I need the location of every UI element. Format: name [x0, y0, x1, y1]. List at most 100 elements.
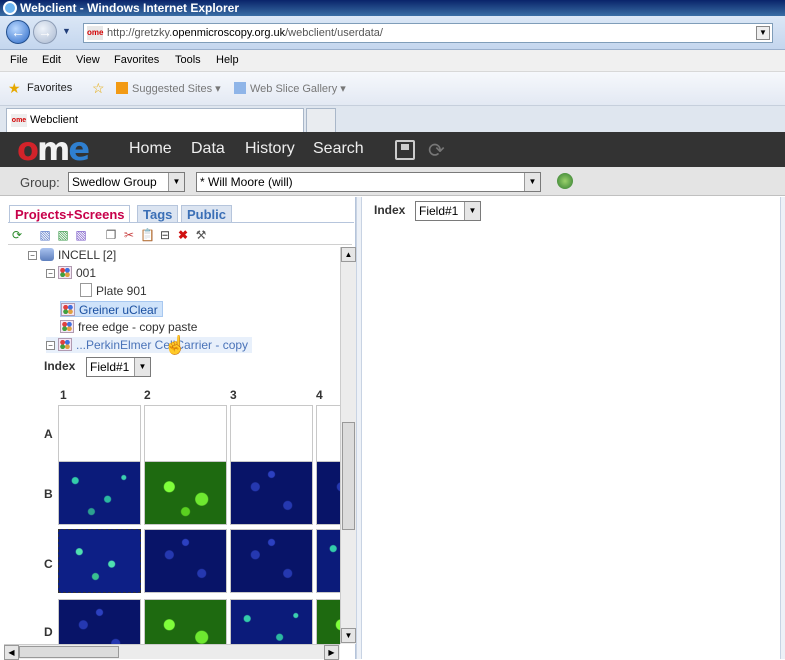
browser-tab-webclient[interactable]: ome Webclient [6, 108, 304, 132]
nav-history[interactable]: History [245, 140, 295, 158]
history-dropdown-icon[interactable]: ▼ [62, 26, 71, 36]
scroll-thumb[interactable] [19, 646, 119, 658]
address-bar-area: ← → ▼ ome http://gretzky.openmicroscopy.… [0, 16, 785, 50]
plate-column-header: 2 [144, 388, 151, 402]
tab-tags[interactable]: Tags [137, 205, 179, 223]
collapse-icon[interactable]: − [46, 269, 55, 278]
tree-node-plate[interactable]: Plate 901 [80, 283, 147, 299]
plate-well[interactable] [230, 529, 313, 593]
scroll-up-icon[interactable]: ▲ [341, 247, 356, 262]
nav-search[interactable]: Search [313, 140, 364, 158]
collapse-icon[interactable]: − [28, 251, 37, 260]
plate-well[interactable] [58, 461, 141, 525]
chevron-down-icon: ▼ [464, 202, 480, 220]
new-tab-button[interactable] [306, 108, 336, 132]
plate-well[interactable] [316, 405, 340, 469]
scroll-right-icon[interactable]: ▶ [324, 645, 339, 660]
plate-well[interactable] [144, 461, 227, 525]
plate-well[interactable] [58, 599, 141, 647]
favorites-bar: ★ Favorites ☆ Suggested Sites ▾ Web Slic… [0, 72, 785, 106]
suggested-sites-link[interactable]: Suggested Sites ▾ [116, 82, 221, 95]
tab-projects-screens[interactable]: Projects+Screens [9, 205, 131, 223]
browser-tab-bar: ome Webclient [0, 106, 785, 132]
nav-home[interactable]: Home [129, 140, 172, 158]
plate-column-header: 4 [316, 388, 323, 402]
tree-node-user[interactable]: − INCELL [2] [28, 247, 116, 263]
tree-vertical-scrollbar[interactable]: ▲ ▼ [340, 247, 356, 644]
plate-well[interactable] [316, 461, 340, 525]
collapse-icon[interactable]: − [46, 341, 55, 350]
tree-node-screen-hover[interactable]: − ...PerkinElmer CellCarrier - copy [46, 337, 253, 353]
basket-save-icon[interactable] [395, 140, 415, 160]
favorites-button[interactable]: Favorites [27, 82, 72, 94]
plate-well[interactable] [144, 405, 227, 469]
tree-node-screen-selected[interactable]: Greiner uClear [60, 301, 163, 317]
forward-button[interactable]: → [33, 20, 57, 44]
plate-well-selected[interactable] [58, 529, 141, 593]
tree-node-screen[interactable]: free edge - copy paste [60, 319, 197, 335]
menu-favorites[interactable]: Favorites [114, 54, 159, 66]
switch-user-icon[interactable] [557, 173, 573, 189]
refresh-icon[interactable]: ⟳ [428, 138, 445, 163]
group-select[interactable]: Swedlow Group ▼ [68, 172, 185, 192]
plate-row-header: C [44, 557, 53, 571]
address-input[interactable]: ome http://gretzky.openmicroscopy.org.uk… [83, 23, 773, 43]
plate-well[interactable] [316, 529, 340, 593]
delete-icon[interactable]: ✖ [176, 228, 190, 242]
plate-field-select[interactable]: Field#1 ▼ [86, 357, 151, 377]
plate-well[interactable] [230, 461, 313, 525]
remove-icon[interactable]: ⊟ [158, 228, 172, 242]
scroll-down-icon[interactable]: ▼ [341, 628, 356, 643]
ome-logo[interactable]: ome [17, 133, 90, 165]
scroll-left-icon[interactable]: ◀ [4, 645, 19, 660]
plate-row-header: A [44, 427, 53, 441]
create-dataset-icon[interactable]: ▧ [56, 228, 70, 242]
address-dropdown-icon[interactable]: ▼ [756, 26, 770, 40]
menu-help[interactable]: Help [216, 54, 239, 66]
tree-node-screen[interactable]: −001 [46, 265, 96, 281]
back-button[interactable]: ← [6, 20, 30, 44]
field-select[interactable]: Field#1 ▼ [415, 201, 481, 221]
menu-tools[interactable]: Tools [175, 54, 201, 66]
tab-public[interactable]: Public [181, 205, 233, 223]
scroll-thumb[interactable] [342, 422, 355, 530]
menu-edit[interactable]: Edit [42, 54, 61, 66]
index-label: Index [374, 203, 406, 217]
plate-well[interactable] [144, 599, 227, 647]
user-select[interactable]: * Will Moore (will) ▼ [196, 172, 541, 192]
plate-well[interactable] [144, 529, 227, 593]
tree-toolbar: ⟳ ▧ ▧ ▧ ❐ ✂ 📋 ⊟ ✖ ⚒ [8, 227, 352, 245]
create-project-icon[interactable]: ▧ [38, 228, 52, 242]
plate-well[interactable] [316, 599, 340, 647]
plate-column-header: 1 [60, 388, 67, 402]
screen-icon [61, 303, 75, 316]
ie-logo-icon [3, 1, 17, 15]
plate-well[interactable] [58, 405, 141, 469]
web-slice-icon [234, 82, 246, 94]
refresh-tree-icon[interactable]: ⟳ [10, 228, 24, 242]
plate-well[interactable] [230, 599, 313, 647]
menu-view[interactable]: View [76, 54, 100, 66]
plate-index-label: Index [44, 359, 76, 373]
tab-underline [8, 222, 354, 223]
group-bar: Group: Swedlow Group ▼ * Will Moore (wil… [0, 167, 785, 196]
right-panel-splitter[interactable] [780, 197, 785, 659]
suggested-sites-icon [116, 82, 128, 94]
web-slice-gallery-link[interactable]: Web Slice Gallery ▾ [234, 82, 346, 95]
user-folder-icon [40, 248, 54, 261]
create-screen-icon[interactable]: ▧ [74, 228, 88, 242]
plate-column-header: 3 [230, 388, 237, 402]
plate-row-header: B [44, 487, 53, 501]
tab-favicon: ome [11, 114, 27, 127]
chgrp-icon[interactable]: ⚒ [194, 228, 208, 242]
screen-icon [58, 266, 72, 279]
favorites-star-icon: ★ [8, 80, 21, 96]
plate-well[interactable] [230, 405, 313, 469]
paste-icon[interactable]: 📋 [140, 228, 155, 242]
nav-data[interactable]: Data [191, 140, 225, 158]
copy-icon[interactable]: ❐ [104, 228, 118, 242]
menu-file[interactable]: File [10, 54, 28, 66]
cut-icon[interactable]: ✂ [122, 228, 136, 242]
add-favorite-icon[interactable]: ☆ [92, 80, 105, 97]
browser-tab-label: Webclient [30, 114, 79, 126]
